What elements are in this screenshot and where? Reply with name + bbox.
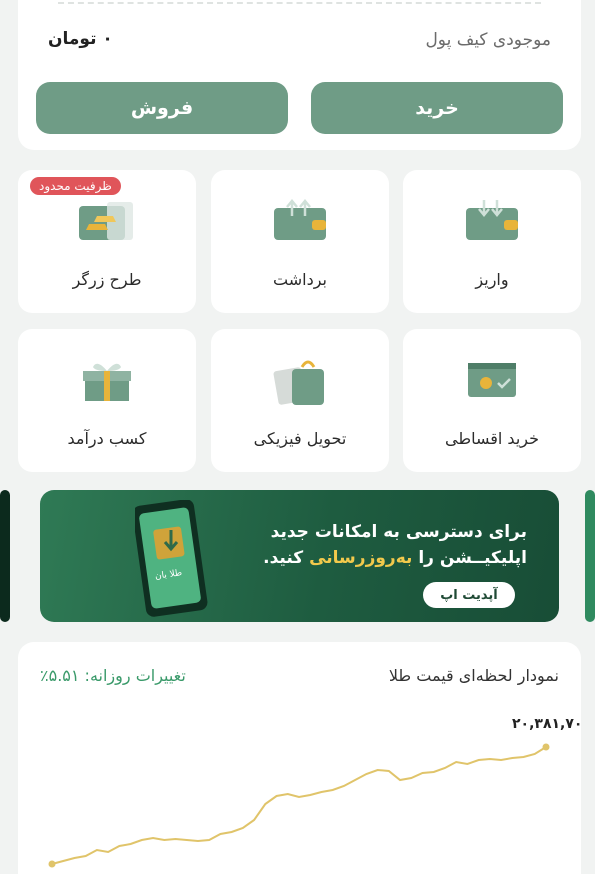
- price-series-line: [51, 746, 547, 865]
- buy-button[interactable]: خرید: [311, 82, 563, 134]
- banner-line2: اپلیکیــشن را به‌روزرسانی کنید.: [263, 548, 527, 568]
- banner-line2-prefix: اپلیکیــشن را: [418, 548, 527, 568]
- tile-withdraw[interactable]: برداشت: [211, 170, 389, 313]
- banner-line2-highlight: به‌روزرسانی: [309, 548, 413, 568]
- tile-label: کسب درآمد: [67, 429, 147, 448]
- installment-card-icon: [464, 357, 520, 405]
- update-app-button[interactable]: آپدیت اپ: [423, 582, 515, 608]
- carousel-prev-slide[interactable]: [0, 490, 10, 622]
- tile-label: خرید اقساطی: [445, 429, 539, 448]
- withdraw-wallet-icon: [272, 198, 328, 246]
- tile-physical-delivery[interactable]: تحویل فیزیکی: [211, 329, 389, 472]
- wallet-card: موجودی کیف پول ۰ تومان خرید فروش: [18, 0, 581, 150]
- update-app-banner[interactable]: طلا بان برای دسترسی به امکانات جدید اپلی…: [40, 490, 559, 622]
- gift-box-icon: [79, 357, 135, 407]
- tile-label: برداشت: [273, 270, 327, 289]
- balance-label: موجودی کیف پول: [425, 30, 551, 50]
- phone-illustration-icon: طلا بان: [132, 499, 215, 622]
- tile-label: تحویل فیزیکی: [253, 429, 347, 448]
- deposit-wallet-icon: [464, 198, 520, 246]
- price-line-chart: [48, 743, 550, 868]
- sell-button[interactable]: فروش: [36, 82, 288, 134]
- tile-earn-income[interactable]: کسب درآمد: [18, 329, 196, 472]
- first-point-marker: [48, 860, 56, 868]
- divider: [58, 2, 541, 4]
- banner-line2-suffix: کنید.: [263, 548, 304, 568]
- tile-label: واریز: [475, 270, 509, 289]
- last-point-marker: [542, 743, 550, 751]
- banner-line1: برای دسترسی به امکانات جدید: [270, 522, 527, 542]
- tile-deposit[interactable]: واریز: [403, 170, 581, 313]
- carousel-next-slide[interactable]: [585, 490, 595, 622]
- gold-bars-icon: [77, 198, 137, 248]
- limited-capacity-badge: ظرفیت محدود: [30, 177, 121, 195]
- tile-installment-purchase[interactable]: خرید اقساطی: [403, 329, 581, 472]
- balance-value: ۰ تومان: [48, 29, 113, 49]
- shopping-bag-icon: [272, 357, 328, 411]
- tile-label: طرح زرگر: [72, 270, 142, 289]
- gold-price-chart-card: نمودار لحظه‌ای قیمت طلا تغییرات روزانه: …: [18, 642, 582, 874]
